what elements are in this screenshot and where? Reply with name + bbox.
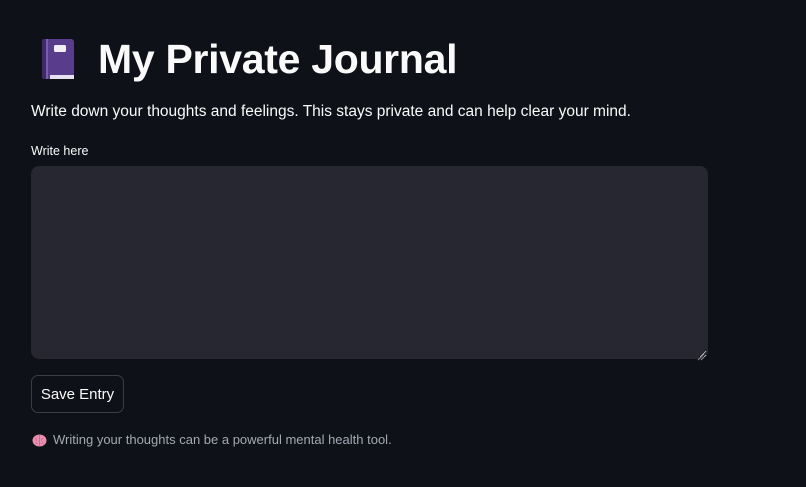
journal-textarea[interactable] bbox=[31, 166, 708, 359]
caption-text: Writing your thoughts can be a powerful … bbox=[53, 432, 392, 447]
page-description: Write down your thoughts and feelings. T… bbox=[31, 103, 631, 120]
page-header: My Private Journal bbox=[40, 34, 457, 84]
journal-page: My Private Journal Write down your thoug… bbox=[0, 0, 806, 487]
journal-input-label: Write here bbox=[31, 144, 89, 158]
brain-icon bbox=[32, 434, 47, 447]
footer-caption: Writing your thoughts can be a powerful … bbox=[32, 431, 392, 449]
notebook-icon bbox=[40, 37, 76, 81]
resize-handle-icon[interactable] bbox=[697, 348, 705, 361]
save-entry-button[interactable]: Save Entry bbox=[31, 375, 124, 413]
page-title: My Private Journal bbox=[98, 36, 458, 82]
